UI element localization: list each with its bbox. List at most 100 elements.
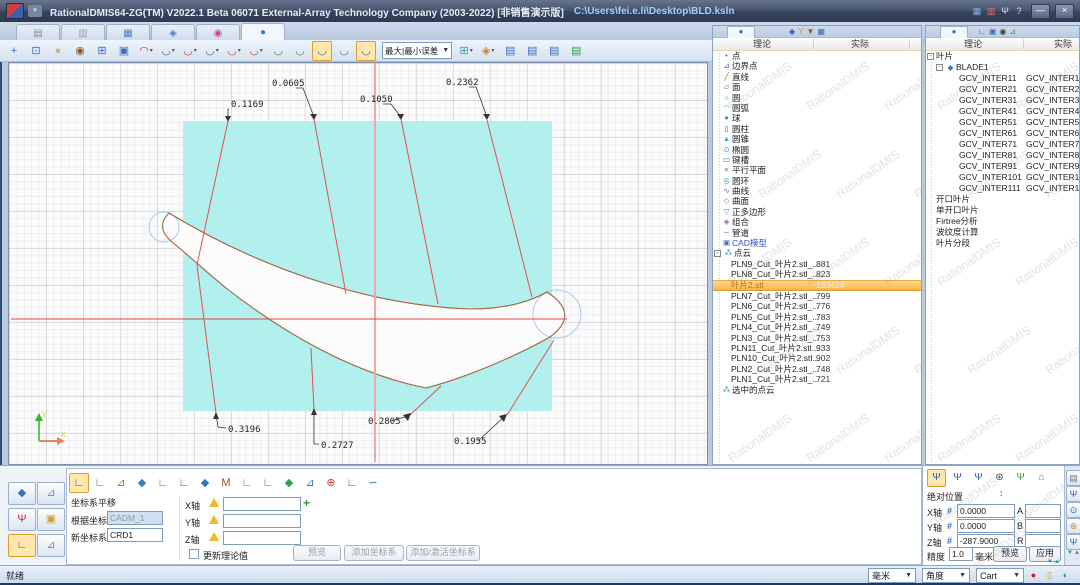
- export-cloud-icon[interactable]: ▤: [544, 41, 564, 61]
- feature-item[interactable]: ▽正多边形: [713, 207, 921, 217]
- csys-translate-icon[interactable]: ∟: [69, 473, 89, 493]
- strip-pager-icon[interactable]: ▼▲: [1067, 550, 1080, 556]
- point-cloud-item[interactable]: PLN9_Cut_叶片2.stl_...881: [713, 259, 921, 269]
- fixture-button[interactable]: ⊿: [37, 482, 65, 505]
- gcv-section-row[interactable]: GCV_INTER31GCV_INTER31: [926, 95, 1079, 106]
- display-icon[interactable]: ▥: [984, 5, 998, 17]
- home-icon[interactable]: ⌂: [1032, 469, 1051, 487]
- blade-image-icon[interactable]: ▣: [989, 27, 997, 36]
- inspect-icon[interactable]: ⊙: [1066, 502, 1080, 518]
- add-value-icon[interactable]: +: [303, 496, 310, 510]
- zoom-window-icon[interactable]: ⊡: [26, 41, 46, 61]
- snapshot-icon[interactable]: ▣: [114, 41, 134, 61]
- feature-item[interactable]: ∽管道: [713, 228, 921, 238]
- collapse-icon[interactable]: -: [936, 64, 943, 71]
- cloud-merge-icon[interactable]: ◡▾: [224, 41, 244, 61]
- probe-lib-icon[interactable]: Ψ: [1066, 534, 1080, 550]
- new-csys-field[interactable]: CRD1: [107, 528, 163, 542]
- gcv-section-row[interactable]: GCV_INTER11GCV_INTER11: [926, 73, 1079, 84]
- feature-item[interactable]: •点: [713, 51, 921, 61]
- dmis-mode-button[interactable]: ◆: [8, 482, 36, 505]
- tab-view[interactable]: ▦: [106, 24, 150, 41]
- feature-item[interactable]: ▲圆锥: [713, 134, 921, 144]
- feature-item[interactable]: ▱面: [713, 82, 921, 92]
- eye-icon[interactable]: ◉: [70, 41, 90, 61]
- feature-item[interactable]: ◈组合: [713, 217, 921, 227]
- blade-root[interactable]: -叶片: [926, 51, 1079, 62]
- blade-tool-item[interactable]: Firtree分析: [926, 216, 1079, 227]
- hash-icon[interactable]: #: [947, 521, 952, 531]
- matrix-icon[interactable]: ⊞▾: [456, 41, 476, 61]
- minimize-button[interactable]: —: [1031, 4, 1050, 19]
- blade-flag-icon[interactable]: ⊿: [1009, 27, 1016, 36]
- swap-axes-icon[interactable]: ↕: [999, 488, 1004, 498]
- gcv-section-row[interactable]: GCV_INTER111GCV_INTER111: [926, 183, 1079, 194]
- gcv-section-row[interactable]: GCV_INTER71GCV_INTER71: [926, 139, 1079, 150]
- tab-probe[interactable]: ◈: [151, 24, 195, 41]
- update-theory-checkbox[interactable]: [189, 549, 199, 559]
- close-button[interactable]: ×: [1055, 4, 1074, 19]
- feature-item[interactable]: ▭键槽: [713, 155, 921, 165]
- pos-value-field[interactable]: 0.0000: [957, 519, 1015, 533]
- csys-iterate-icon[interactable]: ∟: [237, 473, 257, 493]
- mode-icon[interactable]: ◐: [1059, 569, 1072, 582]
- pos-value-field[interactable]: 0.0000: [957, 504, 1015, 518]
- cloud-brush-icon[interactable]: ◠▾: [136, 41, 156, 61]
- position-preview-button[interactable]: 预览: [993, 546, 1027, 562]
- point-cloud-item[interactable]: PLN11_Cut_叶片2.stl...933: [713, 343, 921, 353]
- probe-status-icon[interactable]: Ψ: [998, 5, 1012, 17]
- blade-tool-item[interactable]: 开口叶片: [926, 194, 1079, 205]
- send-cloud-icon[interactable]: ▤: [566, 41, 586, 61]
- gcv-section-row[interactable]: GCV_INTER21GCV_INTER21: [926, 84, 1079, 95]
- point-cloud-item[interactable]: PLN3_Cut_叶片2.stl_...753: [713, 333, 921, 343]
- filter-icon[interactable]: Y: [798, 27, 803, 36]
- feature-item[interactable]: ◎圆环: [713, 176, 921, 186]
- gcv-section-row[interactable]: GCV_INTER101GCV_INTER101: [926, 172, 1079, 183]
- col-theory[interactable]: 理论: [964, 38, 982, 50]
- pos-angle-field[interactable]: [1025, 504, 1061, 518]
- probe-angle-icon[interactable]: Ψ: [969, 469, 988, 487]
- probe-edit-icon[interactable]: Ψ: [948, 469, 967, 487]
- tab-machine[interactable]: ▤: [16, 24, 60, 41]
- delete-feature-icon[interactable]: ▼: [807, 27, 815, 36]
- point-cloud-root[interactable]: -⁂点云: [713, 248, 921, 258]
- cloud-trim-icon[interactable]: ◡▾: [158, 41, 178, 61]
- cloud-align-icon[interactable]: ◡: [268, 41, 288, 61]
- angle-select[interactable]: 角度▼: [922, 568, 970, 583]
- feature-item[interactable]: ∿曲线: [713, 186, 921, 196]
- blade-camera-icon[interactable]: ◉: [999, 27, 1006, 36]
- pan-icon[interactable]: +: [4, 41, 24, 61]
- col-actual[interactable]: 实际: [1054, 38, 1072, 50]
- app-icon[interactable]: [6, 3, 24, 19]
- csys-axis-icon[interactable]: ∟: [153, 473, 173, 493]
- grab-icon[interactable]: ●: [48, 41, 68, 61]
- blade-tool-item[interactable]: 波纹度计算: [926, 227, 1079, 238]
- cloud-section-icon[interactable]: ◡: [312, 41, 332, 61]
- cloud-fit-icon[interactable]: ◡: [290, 41, 310, 61]
- tab-render[interactable]: ◉: [196, 24, 240, 41]
- probe-mode-icon[interactable]: Ψ: [927, 469, 946, 487]
- cloud-smooth-icon[interactable]: ◡: [334, 41, 354, 61]
- machine-panel-icon[interactable]: ▤: [1066, 470, 1080, 486]
- hash-icon[interactable]: #: [947, 536, 952, 546]
- open-cloud-icon[interactable]: ◈▾: [478, 41, 498, 61]
- hash-icon[interactable]: #: [947, 506, 952, 516]
- gcv-section-row[interactable]: GCV_INTER41GCV_INTER41: [926, 106, 1079, 117]
- settings-icon[interactable]: ⊛: [1066, 518, 1080, 534]
- csys-cube-icon[interactable]: ◆: [195, 473, 215, 493]
- col-theory[interactable]: 理论: [753, 38, 771, 50]
- probe-button[interactable]: Ψ: [8, 508, 36, 531]
- units-select[interactable]: 毫米▼: [868, 568, 916, 583]
- feature-item[interactable]: ●球: [713, 113, 921, 123]
- add-activate-csys-button[interactable]: 添加/激活坐标系: [406, 545, 480, 561]
- layout-icon[interactable]: ▦: [970, 5, 984, 17]
- point-cloud-item[interactable]: PLN5_Cut_叶片2.stl_...783: [713, 312, 921, 322]
- feature-item[interactable]: ○圆: [713, 93, 921, 103]
- coord-mode-select[interactable]: Cart▼: [976, 568, 1024, 583]
- gcv-section-row[interactable]: GCV_INTER51GCV_INTER51: [926, 117, 1079, 128]
- blade-tab-icon[interactable]: ●: [940, 26, 968, 38]
- help-icon[interactable]: ?: [1012, 5, 1026, 17]
- col-actual[interactable]: 实际: [851, 38, 869, 50]
- feature-cube-icon[interactable]: ◆: [789, 27, 795, 36]
- cad-model-item[interactable]: ▣CAD模型: [713, 238, 921, 248]
